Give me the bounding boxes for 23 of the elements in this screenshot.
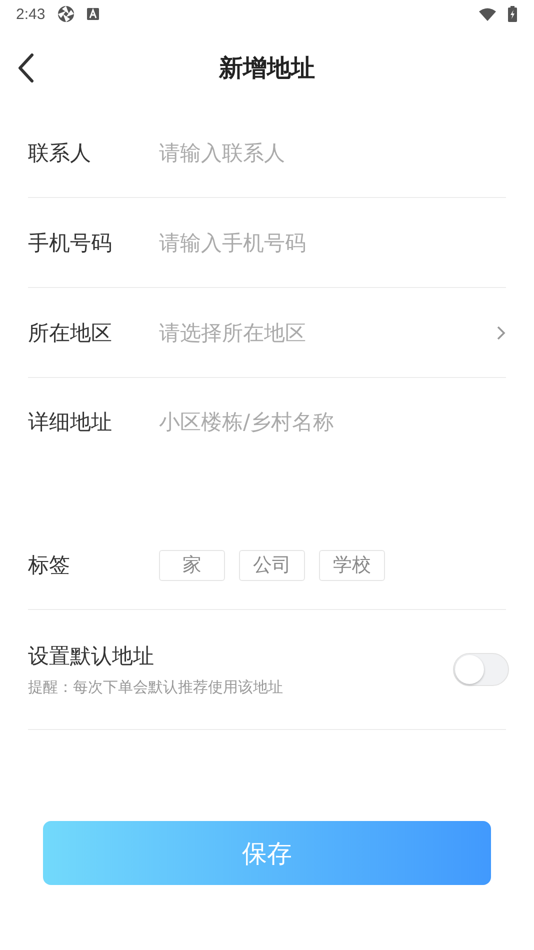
default-address-title: 设置默认地址: [28, 643, 155, 670]
tag-chip[interactable]: 公司: [239, 550, 305, 580]
tag-chip[interactable]: 学校: [319, 550, 385, 580]
status-time: 2:43: [16, 6, 46, 22]
wifi-icon: [479, 8, 496, 20]
page-title: 新增地址: [219, 53, 315, 84]
battery-icon: [508, 6, 517, 22]
field-label: 所在地区: [28, 320, 113, 346]
field-label: 标签: [28, 552, 71, 579]
aperture-icon: [57, 5, 76, 23]
chevron-right-icon[interactable]: [496, 324, 506, 340]
input-field[interactable]: 请输入联系人: [159, 140, 506, 164]
save-button[interactable]: 保存: [43, 821, 491, 885]
input-field[interactable]: 请输入手机号码: [159, 230, 506, 254]
default-address-hint: 提醒：每次下单会默认推荐使用该地址: [28, 678, 283, 697]
keyboard-icon: [87, 8, 100, 20]
field-label: 详细地址: [28, 409, 113, 436]
region-selector[interactable]: 请选择所在地区: [159, 318, 496, 346]
field-label: 手机号码: [28, 230, 113, 256]
back-icon[interactable]: [18, 53, 34, 83]
field-label: 联系人: [28, 140, 92, 166]
default-toggle[interactable]: [453, 653, 509, 686]
tag-chip[interactable]: 家: [159, 550, 225, 580]
